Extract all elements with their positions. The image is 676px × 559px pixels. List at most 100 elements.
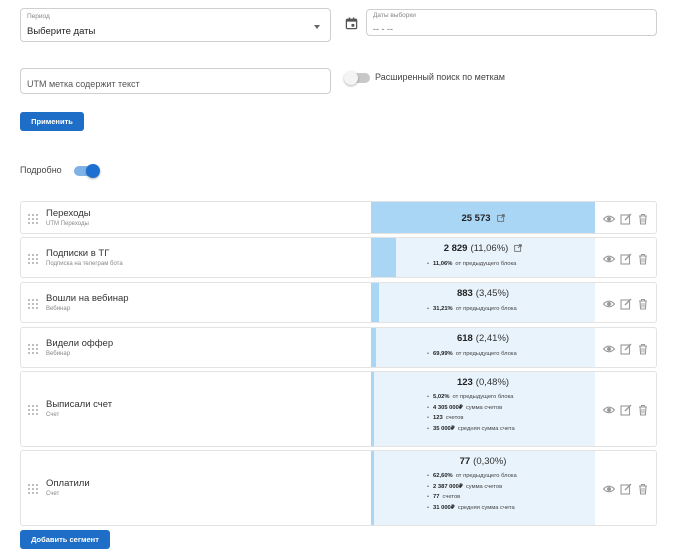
period-select[interactable]: Период Выберите даты [20,8,331,42]
segment-subtitle: Счет [46,491,60,497]
segment-count-line: 883 (3,45%) [371,288,595,299]
add-segment-button[interactable]: Добавить сегмент [20,530,110,549]
metric-label: от предыдущего блока [452,394,514,400]
segment-actions [603,483,649,495]
segment-title: Вошли на вебинар [46,292,129,304]
eye-icon[interactable] [603,253,615,265]
metric-item: 35 000₽средняя сумма счета [427,424,515,435]
trash-icon[interactable] [637,298,649,310]
metric-item: 4 305 000₽сумма счетов [427,403,515,414]
drag-handle-icon[interactable] [28,343,39,354]
drag-handle-icon[interactable] [28,253,39,264]
dates-value: -- - -- [373,24,393,34]
metric-item: 31,21%от предыдущего блока [427,304,517,315]
segment-percent: (0,30%) [473,456,507,467]
metric-label: счетов [442,494,461,500]
segment-metrics: 5,02%от предыдущего блока 4 305 000₽сумма… [427,392,515,434]
metric-value: 123 [433,415,443,421]
drag-handle-icon[interactable] [28,298,39,309]
metric-label: средняя сумма счета [457,425,515,432]
segment-count: 883 [456,288,473,299]
metric-value: 31,21% [433,306,453,312]
segment-actions [603,404,649,416]
segment-subtitle: Подписка на телеграм бота [46,260,123,267]
eye-icon[interactable] [603,213,615,225]
segment-count: 618 [456,333,473,344]
segment-actions [603,343,649,355]
edit-icon[interactable] [620,213,632,225]
detail-toggle[interactable] [74,164,100,178]
dates-field[interactable]: Даты выборки -- - -- [366,9,657,36]
segment-metrics: 62,60%от предыдущего блока2 387 000₽сумм… [427,471,517,513]
segment-stat: 883(3,45%) 31,21%от предыдущего блока [371,283,595,322]
drag-handle-icon[interactable] [28,213,39,224]
segment-count-line: 77 (0,30%) [371,456,595,467]
segment-stat: 25 573 [371,202,595,233]
segment-percent: (11,06%) [470,243,509,254]
eye-icon[interactable] [603,404,615,416]
segment-metrics: 69,99%от предыдущего блока [427,349,517,360]
segment-stat: 123 (0,48%) 5,02%от предыдущего блока 4 305… [371,372,595,446]
utm-placeholder: UTM метка содержит текст [27,79,140,89]
period-label: Период [27,13,50,20]
edit-icon[interactable] [620,298,632,310]
segment-count: 77 [459,456,471,467]
metric-item: 69,99%от предыдущего блока [427,349,517,360]
metric-item: 77счетов [427,492,517,503]
metric-item: 11,06%от предыдущего блока [427,259,516,270]
segment-subtitle: Вебинар [46,350,71,357]
segment-subtitle: Счет [46,412,60,418]
metric-value: 69,99% [433,351,453,357]
apply-button[interactable]: Применить [20,112,84,131]
metric-value: 11,06% [433,261,453,267]
segment-percent: (3,45%) [475,288,510,299]
trash-icon[interactable] [637,483,649,495]
eye-icon[interactable] [603,343,615,355]
trash-icon[interactable] [637,404,649,416]
toggle-knob [344,71,358,85]
metric-item: 31 000₽средняя сумма счета [427,503,517,514]
edit-icon[interactable] [620,404,632,416]
metric-item: 62,60%от предыдущего блока [427,471,517,482]
metric-label: счетов [445,415,464,421]
drag-handle-icon[interactable] [28,484,39,494]
utm-input[interactable]: UTM метка содержит текст [20,68,331,94]
metric-label: средняя сумма счета [457,504,515,511]
metric-value: 77 [433,494,440,500]
segment-count: 2 829 [443,243,468,254]
metric-value: 4 305 000₽ [433,404,463,411]
edit-icon[interactable] [620,483,632,495]
segment-title: Переходы [46,207,91,219]
segment-count-line: 25 573 [371,213,595,224]
segment-row: Переходы UTM Переходы 25 573 [20,201,657,234]
eye-icon[interactable] [603,483,615,495]
metric-label: от предыдущего блока [455,261,517,267]
segment-count: 25 573 [461,212,491,224]
segment-stat: 618(2,41%) 69,99%от предыдущего блока [371,328,595,367]
external-link-icon[interactable] [514,244,523,252]
segment-percent: (2,41%) [475,333,510,344]
drag-handle-icon[interactable] [28,405,39,415]
metric-value: 62,60% [433,473,453,479]
external-link-icon[interactable] [496,213,505,222]
trash-icon[interactable] [637,213,649,225]
metric-value: 31 000₽ [433,504,455,511]
metric-value: 5,02% [433,394,450,400]
edit-icon[interactable] [620,253,632,265]
metric-label: от предыдущего блока [455,351,517,357]
trash-icon[interactable] [637,253,649,265]
chevron-down-icon [314,25,320,29]
segment-percent: (0,48%) [475,377,510,388]
edit-icon[interactable] [620,343,632,355]
metric-value: 2 387 000₽ [433,483,463,490]
segment-count-line: 2 829 (11,06%) [371,243,595,254]
detail-label: Подробно [20,165,62,175]
calendar-icon[interactable] [345,17,358,30]
advanced-search-toggle[interactable] [344,71,370,85]
metric-item: 123счетов [427,413,515,424]
segment-row: Видели офферВебинар 618(2,41%) 69,99%от пр… [20,327,657,368]
eye-icon[interactable] [603,298,615,310]
segment-row: ОплатилиСчет77(0,30%)62,60%от предыдущег… [20,450,657,526]
trash-icon[interactable] [637,343,649,355]
segment-subtitle: Вебинар [46,305,71,312]
